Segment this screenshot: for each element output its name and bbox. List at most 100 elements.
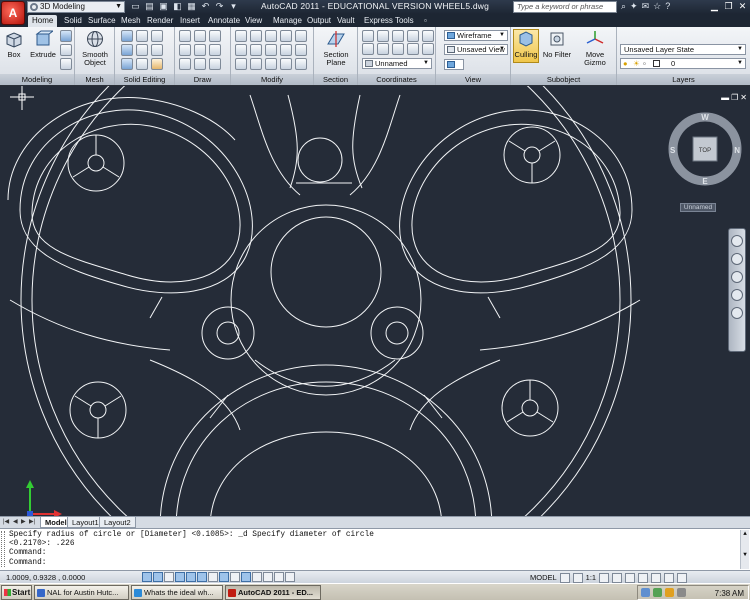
- workspace-switching-icon[interactable]: [625, 572, 636, 583]
- panel-title-layers[interactable]: Layers: [617, 74, 750, 85]
- save-as-icon[interactable]: ◧: [172, 1, 183, 12]
- rotate-3d-icon[interactable]: [250, 30, 262, 42]
- command-line-scrollbar[interactable]: ▲ ▼: [740, 530, 749, 569]
- erase-icon[interactable]: [295, 58, 307, 70]
- circle-icon[interactable]: [209, 30, 221, 42]
- undo-icon[interactable]: ↶: [200, 1, 211, 12]
- lineweight-toggle[interactable]: [252, 572, 262, 582]
- culling-button[interactable]: Culling: [513, 29, 539, 63]
- viewcube[interactable]: TOP W S N E: [667, 111, 743, 187]
- viewport-restore-icon[interactable]: ❐: [731, 93, 738, 102]
- offset-icon[interactable]: [280, 44, 292, 56]
- ucs-origin-icon[interactable]: [362, 43, 374, 55]
- smooth-object-button[interactable]: Smooth Object: [78, 30, 112, 67]
- taskbar-item-autocad[interactable]: AutoCAD 2011 - ED...: [225, 585, 321, 600]
- tab-annotate[interactable]: Annotate: [204, 15, 244, 27]
- tab-view[interactable]: View: [241, 15, 266, 27]
- hatch-icon[interactable]: [209, 58, 221, 70]
- viewport-close-icon[interactable]: ✕: [740, 93, 747, 102]
- hardware-acceleration-icon[interactable]: [651, 572, 662, 583]
- taskbar-item-email[interactable]: NAL for Austin Hutc...: [34, 585, 129, 600]
- scale-icon[interactable]: [235, 58, 247, 70]
- quick-view-drawings-icon[interactable]: [572, 572, 583, 583]
- ducs-toggle[interactable]: [230, 572, 240, 582]
- ribbon-minimize-icon[interactable]: ▫: [420, 15, 431, 27]
- layer-state-dropdown[interactable]: Unsaved Layer State ▼: [620, 44, 746, 55]
- open-folder-icon[interactable]: ▤: [144, 1, 155, 12]
- drawing-canvas[interactable]: ▬ ❐ ✕ TOP W S N E Unnamed: [0, 86, 750, 528]
- binoculars-icon[interactable]: ⌕: [621, 1, 626, 12]
- snap-toggle[interactable]: [153, 572, 163, 582]
- ucs-y-icon[interactable]: [407, 30, 419, 42]
- subtract-icon[interactable]: [121, 44, 133, 56]
- lock-toolbar-icon[interactable]: [638, 572, 649, 583]
- workspace-switcher[interactable]: 3D Modeling ▼: [27, 1, 125, 13]
- spline-icon[interactable]: [179, 44, 191, 56]
- ucs-icon[interactable]: [362, 30, 374, 42]
- tab-insert[interactable]: Insert: [176, 15, 204, 27]
- tab-surface[interactable]: Surface: [84, 15, 120, 27]
- command-line-grip[interactable]: [1, 531, 5, 567]
- help-icon[interactable]: ?: [665, 1, 670, 12]
- favorites-star-icon[interactable]: ☆: [653, 1, 661, 12]
- application-menu-button[interactable]: A: [1, 1, 25, 25]
- communication-icon[interactable]: ✉: [642, 1, 650, 12]
- tab-home[interactable]: Home: [28, 15, 58, 27]
- stretch-icon[interactable]: [250, 58, 262, 70]
- clean-screen-icon[interactable]: [677, 572, 688, 583]
- copy-icon[interactable]: [235, 44, 247, 56]
- section-plane-button[interactable]: Section Plane: [318, 30, 354, 67]
- showmotion-icon[interactable]: [731, 307, 743, 319]
- imprint-icon[interactable]: [151, 44, 163, 56]
- 3d-osnap-toggle[interactable]: [208, 572, 218, 582]
- ucs-menu-button[interactable]: Unnamed: [680, 203, 716, 212]
- workspace-dropdown-icon[interactable]: ▾: [228, 1, 239, 12]
- quick-properties-toggle[interactable]: [274, 572, 284, 582]
- save-icon[interactable]: ▣: [158, 1, 169, 12]
- isolate-objects-icon[interactable]: [664, 572, 675, 583]
- union-icon[interactable]: [121, 30, 133, 42]
- break-icon[interactable]: [280, 58, 292, 70]
- tab-layout2[interactable]: Layout2: [99, 517, 136, 528]
- panel-title-view[interactable]: View: [436, 74, 510, 85]
- move-gizmo-button[interactable]: Move Gizmo: [574, 30, 616, 67]
- subscription-icon[interactable]: ✦: [630, 1, 638, 12]
- panel-title-solid-editing[interactable]: Solid Editing: [115, 74, 174, 85]
- start-button[interactable]: Start: [1, 585, 32, 600]
- volume-tray-icon[interactable]: [677, 588, 686, 597]
- network-tray-icon[interactable]: [653, 588, 662, 597]
- help-search-input[interactable]: Type a keyword or phrase: [513, 1, 617, 13]
- command-prompt[interactable]: Command:: [9, 559, 46, 568]
- align-icon[interactable]: [265, 30, 277, 42]
- taskbar-item-browser[interactable]: Whats the ideal wh...: [131, 585, 223, 600]
- tab-express-tools[interactable]: Express Tools: [360, 15, 418, 27]
- ellipse-icon[interactable]: [194, 58, 206, 70]
- quick-view-layouts-icon[interactable]: [559, 572, 570, 583]
- intersect-icon[interactable]: [121, 58, 133, 70]
- selection-cycling-toggle[interactable]: [285, 572, 295, 582]
- chamfer-icon[interactable]: [295, 44, 307, 56]
- ucs-3point-icon[interactable]: [422, 43, 434, 55]
- new-file-icon[interactable]: ▭: [130, 1, 141, 12]
- minimize-icon[interactable]: ▁: [709, 1, 720, 12]
- tab-mesh[interactable]: Mesh: [117, 15, 145, 27]
- panel-title-subobject[interactable]: Subobject: [511, 74, 616, 85]
- autoscale-icon[interactable]: [612, 572, 623, 583]
- dyn-toggle[interactable]: [241, 572, 251, 582]
- viewport-minimize-icon[interactable]: ▬: [721, 93, 729, 102]
- otrack-toggle[interactable]: [219, 572, 229, 582]
- mirror-icon[interactable]: [250, 44, 262, 56]
- slice-icon[interactable]: [136, 30, 148, 42]
- polyline-icon[interactable]: [194, 30, 206, 42]
- trim-icon[interactable]: [280, 30, 292, 42]
- panel-title-section[interactable]: Section: [314, 74, 357, 85]
- visual-style-dropdown[interactable]: Wireframe ▼: [444, 30, 508, 41]
- box-button[interactable]: Box: [4, 30, 24, 59]
- loft-icon[interactable]: [60, 58, 72, 70]
- ortho-toggle[interactable]: [175, 572, 185, 582]
- ucs-face-icon[interactable]: [407, 43, 419, 55]
- tab-vault[interactable]: Vault: [333, 15, 359, 27]
- tab-solid[interactable]: Solid: [60, 15, 86, 27]
- polar-toggle[interactable]: [186, 572, 196, 582]
- line-icon[interactable]: [179, 30, 191, 42]
